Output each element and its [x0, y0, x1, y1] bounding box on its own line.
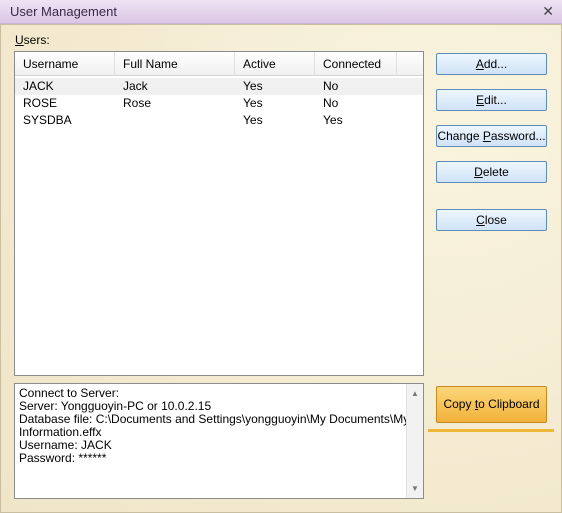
column-header-active[interactable]: Active: [235, 52, 315, 76]
info-line: Password: ******: [19, 451, 107, 465]
close-icon[interactable]: ✕: [542, 3, 554, 20]
delete-button[interactable]: Delete: [436, 161, 547, 183]
column-header-connected[interactable]: Connected: [315, 52, 397, 76]
title-bar: User Management ✕: [0, 0, 562, 24]
connection-info-box[interactable]: Connect to Server: Server: Yongguoyin-PC…: [14, 383, 424, 499]
users-label: Users:: [15, 33, 50, 47]
edit-button[interactable]: Edit...: [436, 89, 547, 111]
list-header: Username Full Name Active Connected: [15, 52, 423, 76]
cell-active: Yes: [243, 96, 263, 110]
cell-active: Yes: [243, 113, 263, 127]
table-row[interactable]: JACK Jack Yes No: [15, 78, 423, 95]
change-password-button[interactable]: Change Password...: [436, 125, 547, 147]
accent-underline: [428, 429, 554, 432]
cell-username: ROSE: [23, 96, 58, 110]
column-header-username[interactable]: Username: [15, 52, 115, 76]
scroll-up-icon[interactable]: ▲: [411, 387, 419, 400]
copy-to-clipboard-button[interactable]: Copy to Clipboard: [436, 386, 547, 423]
cell-connected: No: [323, 79, 339, 93]
close-button[interactable]: Close: [436, 209, 547, 231]
window-title: User Management: [10, 4, 117, 19]
users-list[interactable]: Username Full Name Active Connected JACK…: [14, 51, 424, 376]
cell-username: SYSDBA: [23, 113, 72, 127]
add-button[interactable]: Add...: [436, 53, 547, 75]
table-row[interactable]: SYSDBA Yes Yes: [15, 112, 423, 129]
table-row[interactable]: ROSE Rose Yes No: [15, 95, 423, 112]
cell-active: Yes: [243, 79, 263, 93]
cell-username: JACK: [23, 79, 54, 93]
cell-connected: Yes: [323, 113, 343, 127]
column-header-fullname[interactable]: Full Name: [115, 52, 235, 76]
cell-fullname: Jack: [123, 79, 148, 93]
cell-connected: No: [323, 96, 339, 110]
cell-fullname: Rose: [123, 96, 152, 110]
info-scrollbar[interactable]: ▲ ▼: [406, 384, 423, 498]
cell-fullname: [115, 112, 123, 129]
scroll-down-icon[interactable]: ▼: [411, 482, 419, 495]
